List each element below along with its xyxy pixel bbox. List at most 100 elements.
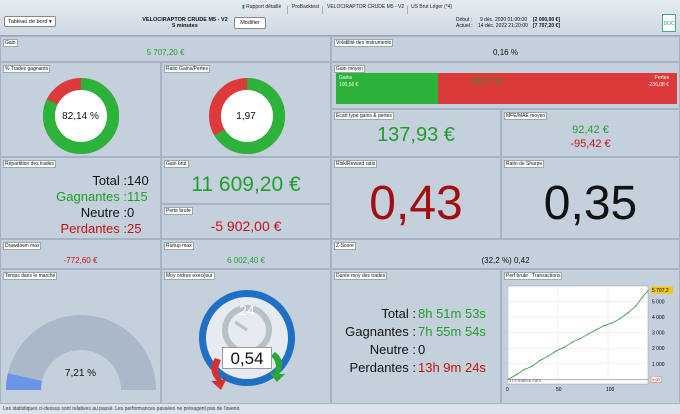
trades-neutral: 0 (127, 205, 135, 220)
gross-gain-panel: Gain brut 11 609,20 € (161, 157, 331, 204)
equity-point (531, 365, 533, 367)
y-tick-label: 3 000 (652, 331, 665, 337)
duration-total-label: Total : (381, 306, 416, 321)
zscore-value: (32,2 %) 0,42 (481, 256, 530, 265)
avg-gain-value: 40,77 € (471, 76, 503, 86)
sharpe-value: 0,35 (543, 177, 638, 230)
export-doc-icon[interactable]: DOC (662, 14, 676, 32)
strategy-tab[interactable]: VELOCIRAPTOR CRUDE M5 - V2 (327, 4, 404, 10)
gain-value: 5 707,20 € (146, 48, 185, 57)
equity-point (547, 355, 549, 357)
ratio-panel: Ratio Gains/Pertes 1,97 (161, 62, 331, 157)
equity-point (523, 369, 525, 371)
equity-point (515, 374, 517, 376)
clock-number: 24 (239, 302, 255, 318)
equity-point (627, 312, 629, 314)
gain-label: Gain (3, 39, 18, 47)
modify-button[interactable]: Modifier (234, 17, 266, 29)
stddev-value: 137,93 € (377, 124, 455, 146)
avg-gain-panel: Gain moyen Gains 100,56 € 40,77 € Pertes… (331, 62, 680, 109)
runup-label: Runup max (164, 242, 194, 250)
dashboard-dropdown[interactable]: Tableau de bord ▾ (4, 16, 56, 27)
x-tick-label: 0 (506, 387, 509, 393)
source-label: IT-Finance.com (510, 378, 541, 383)
volatility-label: Volatilité des instruments (334, 39, 394, 47)
duration-loss-label: Perdantes : (349, 360, 417, 375)
runup-value: 6 002,40 € (227, 256, 265, 265)
runup-panel: Runup max 6 002,40 € (161, 239, 331, 269)
zscore-panel: Z-Score (32,2 %) 0,42 (331, 239, 680, 269)
ratio-value: 1,97 (236, 111, 256, 122)
y-tick-label: 2 000 (652, 346, 665, 352)
divider (322, 6, 323, 14)
trades-loss-label: Perdantes : (60, 221, 128, 236)
y-tick-label: 1 000 (652, 362, 665, 368)
trades-label: Répartition des trades (3, 160, 56, 168)
equity-point (579, 338, 581, 340)
probacktest-tab[interactable]: ProBacktest (292, 4, 319, 10)
timeframe: 5 minutes (172, 23, 198, 29)
end-date: 14 déc. 2022 21:20:00 (478, 23, 528, 29)
drawdown-panel: Drawdown max -772,60 € (0, 239, 161, 269)
mfe-label: MFE/MAE moyen (504, 112, 548, 120)
equity-point (539, 359, 541, 361)
drawdown-value: -772,60 € (63, 256, 98, 265)
trades-total: 140 (127, 173, 149, 188)
trades-loss: 25 (127, 221, 142, 236)
market-time-value: 7,21 % (64, 368, 97, 379)
equity-point (587, 333, 589, 335)
orders-panel: Moy ordres exec/jour 24 0,54 (161, 269, 331, 404)
sharpe-panel: Ratio de Sharpe 0,35 (501, 157, 680, 239)
stddev-panel: Ecart type gains & pertes 137,93 € (331, 109, 501, 157)
equity-point (619, 318, 621, 320)
zscore-label: Z-Score (334, 242, 356, 250)
volatility-panel: Volatilité des instruments 0,16 % (331, 36, 680, 62)
duration-neutral-label: Neutre : (369, 342, 416, 357)
gross-gain-value: 11 609,20 € (191, 173, 301, 196)
win-pct-label: % Trades gagnants (3, 65, 51, 73)
y-tick-label: 4 000 (652, 315, 665, 321)
duration-panel: Durée moy des trades Total : 8h 51m 53s … (331, 269, 501, 404)
disclaimer: Les statistiques ci-dessus sont relative… (0, 404, 680, 414)
equity-point (571, 341, 573, 343)
trades-total-label: Total : (92, 173, 127, 188)
mfe-negative: -95,42 € (570, 138, 611, 150)
market-time-label: Temps dans le marché (3, 272, 58, 280)
divider (287, 6, 288, 14)
trades-neutral-label: Neutre : (80, 205, 127, 220)
rr-panel: Risk/Reward ratio 0,43 (331, 157, 501, 239)
equity-point (555, 350, 557, 352)
orders-value: 0,54 (222, 347, 272, 369)
duration-win: 7h 55m 54s (418, 324, 486, 339)
volatility-value: 0,16 % (493, 48, 518, 57)
duration-loss: 13h 9m 24s (418, 360, 486, 375)
gross-gain-label: Gain brut (164, 160, 189, 168)
x-tick-label: 50 (556, 387, 562, 393)
trades-win: 115 (127, 189, 148, 204)
win-pct-panel: % Trades gagnants 82,14 % (0, 62, 161, 157)
equity-point (647, 289, 649, 292)
equity-point (507, 378, 509, 380)
end-label: Actuel : (456, 23, 473, 29)
rr-label: Risk/Reward ratio (334, 160, 378, 168)
duration-label: Durée moy des trades (334, 272, 388, 280)
equity-point (611, 322, 613, 324)
report-link[interactable]: ▮ Rapport détaillé (242, 4, 281, 10)
gross-loss-label: Perte brute (164, 207, 193, 215)
last-value-label: 5 707,2 (652, 288, 669, 294)
avg-gain-label: Gain moyen (334, 65, 365, 73)
equity-point (603, 325, 605, 327)
equity-point (595, 329, 597, 331)
ratio-label: Ratio Gains/Pertes (164, 65, 210, 73)
y-tick-label: 5 000 (652, 300, 665, 306)
zero-value-label: 0,00 (652, 377, 661, 382)
x-tick-label: 100 (606, 387, 615, 393)
gain-panel: Gain 5 707,20 € (0, 36, 331, 62)
sharpe-label: Ratio de Sharpe (504, 160, 545, 168)
mfe-positive: 92,42 € (572, 124, 609, 136)
rr-value: 0,43 (369, 177, 463, 230)
gross-loss-panel: Perte brute -5 902,00 € (161, 204, 331, 239)
losses-label: Pertes (654, 75, 669, 81)
instrument-tab[interactable]: US Brut Léger (*4) (411, 4, 452, 10)
win-pct-value: 82,14 % (62, 111, 99, 122)
